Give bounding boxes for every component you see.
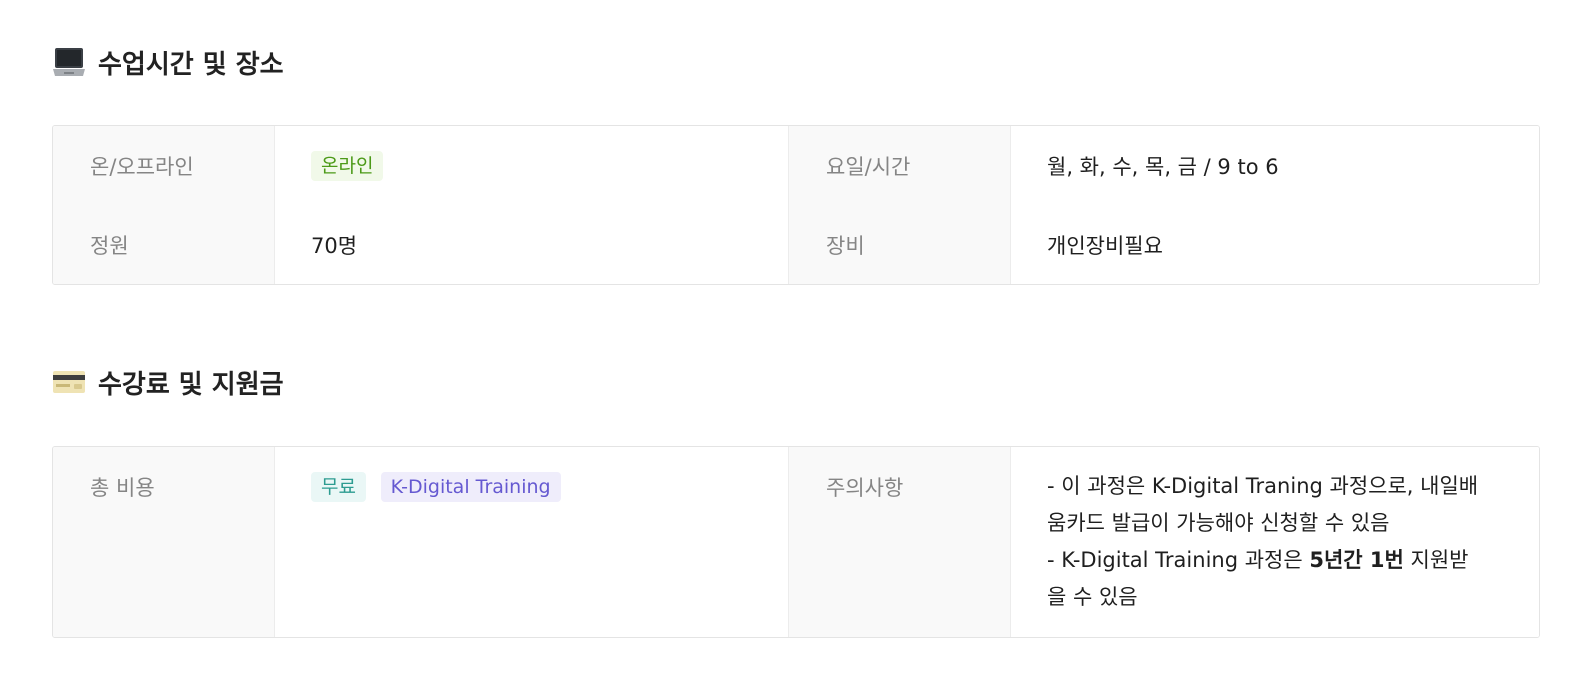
online-tag: 온라인 [311, 151, 384, 181]
equipment-value: 개인장비필요 [1011, 205, 1539, 284]
online-offline-value: 온라인 [275, 126, 789, 205]
capacity-value: 70명 [275, 205, 789, 284]
notice-line-2: - K-Digital Training 과정은 5년간 1번 지원받을 수 있… [1047, 542, 1487, 616]
day-time-value: 월, 화, 수, 목, 금 / 9 to 6 [1011, 126, 1539, 205]
capacity-label: 정원 [53, 205, 275, 284]
section-title-text: 수업시간 및 장소 [98, 49, 284, 80]
section-title-tuition: 수강료 및 지원금 [52, 364, 284, 400]
schedule-info-table: 온/오프라인 온라인 요일/시간 월, 화, 수, 목, 금 / 9 to 6 … [52, 125, 1540, 285]
laptop-icon [52, 45, 86, 79]
notice-label: 주의사항 [789, 447, 1011, 637]
notice-line-2-prefix: - K-Digital Training 과정은 [1047, 548, 1310, 572]
notice-line-1: - 이 과정은 K-Digital Traning 과정으로, 내일배움카드 발… [1047, 474, 1479, 535]
k-digital-tag: K-Digital Training [380, 472, 561, 502]
total-cost-label: 총 비용 [53, 447, 275, 637]
section-title-schedule: 수업시간 및 장소 [52, 44, 284, 80]
equipment-label: 장비 [789, 205, 1011, 284]
online-offline-label: 온/오프라인 [53, 126, 275, 205]
tuition-info-table: 총 비용 무료 K-Digital Training 주의사항 - 이 과정은 … [52, 446, 1540, 638]
total-cost-value: 무료 K-Digital Training [275, 447, 789, 637]
day-time-label: 요일/시간 [789, 126, 1011, 205]
notice-value: - 이 과정은 K-Digital Traning 과정으로, 내일배움카드 발… [1011, 447, 1539, 637]
free-tag: 무료 [311, 472, 366, 502]
notice-line-2-bold: 5년간 1번 [1309, 548, 1404, 572]
credit-card-icon [52, 365, 86, 399]
section-title-text: 수강료 및 지원금 [98, 369, 284, 400]
